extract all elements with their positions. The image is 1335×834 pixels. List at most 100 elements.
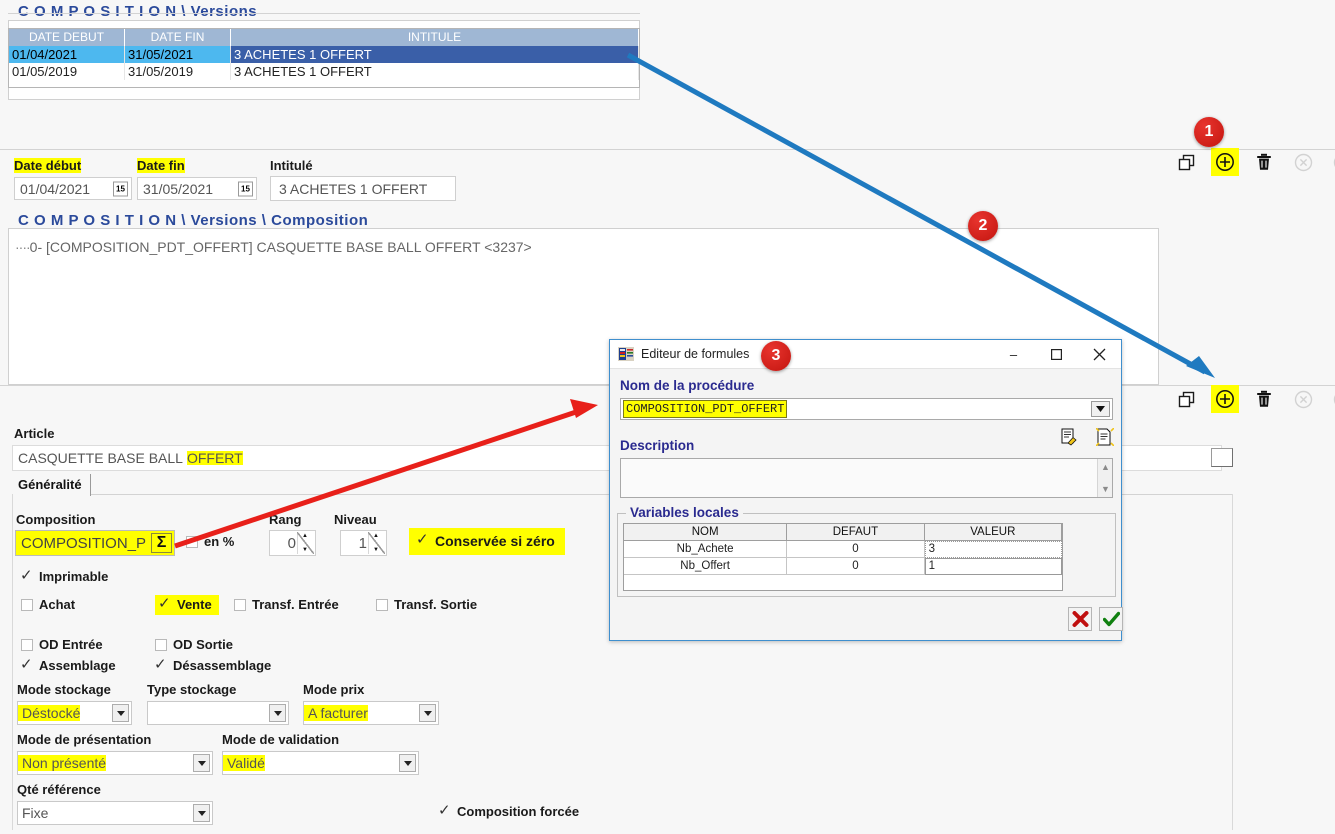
- niveau-label: Niveau: [334, 512, 377, 527]
- cell-valeur[interactable]: 3: [925, 541, 1062, 558]
- variables-table[interactable]: NOM DEFAUT VALEUR Nb_Achete 0 3 Nb_Offer…: [623, 523, 1063, 591]
- date-debut-value: 01/04/2021: [20, 182, 90, 196]
- article-lookup-button[interactable]: [1211, 448, 1233, 467]
- checkbox-box: [234, 599, 246, 611]
- column-header-defaut[interactable]: DEFAUT: [787, 524, 924, 541]
- chevron-down-icon[interactable]: [193, 804, 210, 822]
- chevron-down-icon[interactable]: [112, 704, 129, 722]
- intitule-value: 3 ACHETES 1 OFFERT: [279, 182, 427, 196]
- description-scrollbar[interactable]: ▲ ▼: [1097, 459, 1112, 497]
- checkbox-box: [21, 639, 33, 651]
- tab-generalite[interactable]: Généralité: [12, 474, 91, 496]
- od-entree-checkbox[interactable]: OD Entrée: [21, 637, 103, 652]
- assemblage-checkbox[interactable]: Assemblage: [21, 658, 116, 673]
- table-row[interactable]: Nb_Offert 0 1: [624, 558, 1062, 575]
- new-document-icon[interactable]: [1096, 428, 1114, 446]
- transf-sortie-label: Transf. Sortie: [394, 597, 477, 612]
- duplicate-icon[interactable]: [1172, 148, 1200, 176]
- type-stockage-select[interactable]: [147, 701, 289, 725]
- annotation-badge-2: 2: [968, 211, 998, 241]
- app-icon: [618, 347, 634, 361]
- dialog-ok-button[interactable]: [1099, 607, 1123, 631]
- chevron-down-icon[interactable]: [419, 704, 436, 722]
- minimize-button[interactable]: –: [992, 340, 1035, 369]
- table-row[interactable]: 01/05/2019 31/05/2019 3 ACHETES 1 OFFERT: [9, 63, 639, 80]
- dialog-cancel-button[interactable]: [1068, 607, 1092, 631]
- add-icon[interactable]: [1211, 385, 1239, 413]
- validate-icon: [1328, 385, 1335, 413]
- intitule-label: Intitulé: [270, 158, 313, 173]
- add-icon[interactable]: [1211, 148, 1239, 176]
- intitule-field[interactable]: 3 ACHETES 1 OFFERT: [270, 176, 456, 201]
- desassemblage-checkbox[interactable]: Désassemblage: [155, 658, 271, 673]
- formula-editor-dialog[interactable]: Editeur de formules – Nom de la procédur…: [609, 339, 1122, 641]
- versions-toolbar: [1172, 148, 1335, 176]
- cell-valeur[interactable]: 1: [925, 558, 1062, 575]
- edit-document-icon[interactable]: [1060, 428, 1078, 446]
- table-row[interactable]: 01/04/2021 31/05/2021 3 ACHETES 1 OFFERT: [9, 46, 639, 63]
- en-pourcent-checkbox[interactable]: en %: [186, 534, 234, 549]
- chevron-down-icon[interactable]: ▼: [1101, 484, 1110, 494]
- column-header-valeur[interactable]: VALEUR: [925, 524, 1062, 541]
- cell-date-fin: 31/05/2019: [125, 63, 231, 80]
- mode-presentation-label: Mode de présentation: [17, 732, 151, 747]
- chevron-down-icon[interactable]: [1091, 401, 1110, 417]
- achat-checkbox[interactable]: Achat: [21, 597, 75, 612]
- chevron-down-icon[interactable]: [193, 754, 210, 772]
- checkbox-box: [21, 599, 33, 611]
- niveau-stepper[interactable]: 1: [340, 530, 387, 556]
- column-header-intitule[interactable]: INTITULE: [231, 29, 639, 46]
- column-header-date-debut[interactable]: DATE DEBUT: [9, 29, 125, 46]
- column-header-nom[interactable]: NOM: [624, 524, 787, 541]
- composition-field[interactable]: COMPOSITION_P Σ: [15, 530, 175, 556]
- close-button[interactable]: [1078, 340, 1121, 369]
- table-row[interactable]: Nb_Achete 0 3: [624, 541, 1062, 558]
- vente-checkbox[interactable]: Vente: [155, 595, 219, 615]
- od-sortie-checkbox[interactable]: OD Sortie: [155, 637, 233, 652]
- trash-icon[interactable]: [1250, 148, 1278, 176]
- window-buttons: –: [992, 340, 1121, 369]
- trash-icon[interactable]: [1250, 385, 1278, 413]
- mode-stockage-select[interactable]: Déstocké: [17, 701, 132, 725]
- annotation-badge-1: 1: [1194, 117, 1224, 147]
- annotation-badge-3: 3: [761, 341, 791, 371]
- version-form-separator: [0, 149, 1335, 150]
- duplicate-icon[interactable]: [1172, 385, 1200, 413]
- dialog-titlebar[interactable]: Editeur de formules –: [610, 340, 1121, 369]
- cell-defaut: 0: [787, 558, 924, 575]
- date-fin-field[interactable]: 31/05/2021 15: [137, 177, 257, 200]
- variables-locales-label: Variables locales: [626, 505, 743, 520]
- imprimable-checkbox[interactable]: Imprimable: [21, 569, 108, 584]
- tree-node-composition[interactable]: ····0- [COMPOSITION_PDT_OFFERT] CASQUETT…: [15, 239, 532, 255]
- transf-sortie-checkbox[interactable]: Transf. Sortie: [376, 597, 477, 612]
- cell-date-debut: 01/05/2019: [9, 63, 125, 80]
- chevron-up-icon[interactable]: ▲: [1101, 462, 1110, 472]
- mode-prix-select[interactable]: A facturer: [303, 701, 439, 725]
- transf-entree-checkbox[interactable]: Transf. Entrée: [234, 597, 339, 612]
- conservee-si-zero-checkbox[interactable]: Conservée si zéro: [409, 528, 565, 555]
- achat-label: Achat: [39, 597, 75, 612]
- calendar-icon[interactable]: 15: [113, 181, 128, 196]
- chevron-down-icon[interactable]: [269, 704, 286, 722]
- sigma-icon[interactable]: Σ: [151, 533, 172, 553]
- column-header-date-fin[interactable]: DATE FIN: [125, 29, 231, 46]
- qte-reference-select[interactable]: Fixe: [17, 801, 213, 825]
- en-pourcent-label: en %: [204, 534, 234, 549]
- mode-presentation-select[interactable]: Non présenté: [17, 751, 213, 775]
- rang-stepper[interactable]: 0: [269, 530, 316, 556]
- mode-validation-select[interactable]: Validé: [222, 751, 419, 775]
- maximize-button[interactable]: [1035, 340, 1078, 369]
- date-fin-label: Date fin: [137, 158, 185, 173]
- procedure-name-select[interactable]: COMPOSITION_PDT_OFFERT: [620, 398, 1113, 420]
- chevron-down-icon[interactable]: [399, 754, 416, 772]
- composition-forcee-checkbox[interactable]: Composition forcée: [439, 804, 579, 819]
- description-textarea[interactable]: ▲ ▼: [620, 458, 1113, 498]
- cell-defaut: 0: [787, 541, 924, 558]
- description-value: [621, 459, 1112, 465]
- desassemblage-label: Désassemblage: [173, 658, 271, 673]
- date-debut-field[interactable]: 01/04/2021 15: [14, 177, 132, 200]
- versions-grid[interactable]: DATE DEBUT DATE FIN INTITULE 01/04/2021 …: [8, 28, 640, 88]
- cell-date-debut: 01/04/2021: [9, 46, 125, 63]
- calendar-icon[interactable]: 15: [238, 181, 253, 196]
- conservee-si-zero-label: Conservée si zéro: [435, 533, 555, 549]
